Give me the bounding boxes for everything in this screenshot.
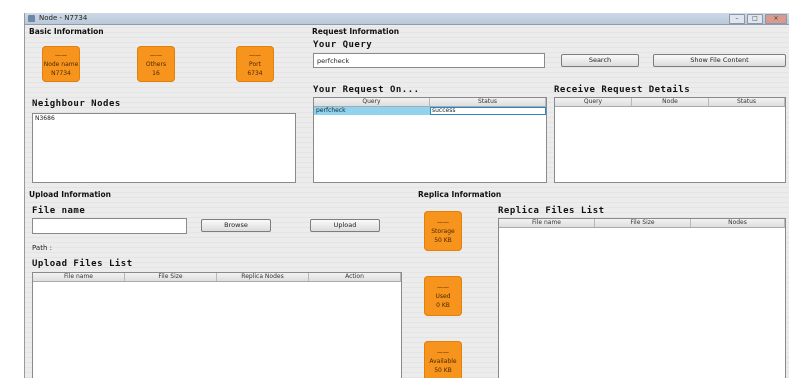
column-header-file-size[interactable]: File Size: [595, 219, 691, 227]
used-tile: —— Used 0 KB: [424, 276, 462, 316]
request-status-cell[interactable]: success: [430, 107, 546, 115]
list-item[interactable]: N3686: [33, 114, 295, 123]
table-header: Query Status: [314, 98, 546, 107]
replica-files-table[interactable]: File name File Size Nodes: [498, 218, 786, 378]
table-header: File name File Size Nodes: [499, 219, 785, 228]
your-requests-table[interactable]: Query Status perfcheck success: [313, 97, 547, 183]
column-header-status[interactable]: Status: [709, 98, 785, 106]
basic-info-header: Basic Information: [29, 27, 104, 36]
others-tile: —— Others 16: [137, 46, 175, 82]
tile-dash: ——: [437, 348, 449, 356]
your-query-label: Your Query: [313, 40, 373, 50]
column-header-query[interactable]: Query: [555, 98, 632, 106]
available-value: 50 KB: [434, 366, 452, 374]
node-name-value: N7734: [51, 69, 71, 77]
column-header-action[interactable]: Action: [309, 273, 401, 281]
replica-info-header: Replica Information: [418, 190, 502, 199]
column-header-query[interactable]: Query: [314, 98, 430, 106]
minimize-button[interactable]: –: [729, 14, 745, 24]
app-window: Node - N7734 – □ × Basic Information —— …: [24, 13, 789, 378]
file-name-label: File name: [32, 206, 86, 216]
node-name-tile: —— Node name N7734: [42, 46, 80, 82]
neighbour-nodes-list[interactable]: N3686: [32, 113, 296, 183]
column-header-file-size[interactable]: File Size: [125, 273, 217, 281]
column-header-file-name[interactable]: File name: [33, 273, 125, 281]
column-header-nodes[interactable]: Nodes: [691, 219, 785, 227]
table-row[interactable]: perfcheck success: [314, 107, 546, 115]
used-label: Used: [435, 292, 451, 300]
column-header-status[interactable]: Status: [430, 98, 546, 106]
table-header: File name File Size Replica Nodes Action: [33, 273, 401, 282]
others-label: Others: [145, 60, 167, 68]
tile-dash: ——: [249, 51, 261, 59]
path-label: Path :: [32, 244, 52, 252]
your-requests-label: Your Request On...: [313, 85, 420, 95]
request-info-header: Request Information: [312, 27, 400, 36]
upload-files-list-label: Upload Files List: [32, 259, 133, 269]
app-icon: [28, 15, 35, 22]
tile-dash: ——: [437, 283, 449, 291]
port-tile: —— Port 6734: [236, 46, 274, 82]
available-tile: —— Available 50 KB: [424, 341, 462, 378]
port-label: Port: [249, 60, 261, 68]
table-header: Query Node Status: [555, 98, 785, 107]
request-query-cell[interactable]: perfcheck: [314, 107, 430, 115]
storage-tile: —— Storage 50 KB: [424, 211, 462, 251]
others-value: 16: [152, 69, 160, 77]
title-bar: Node - N7734 – □ ×: [25, 13, 789, 25]
search-button[interactable]: Search: [561, 54, 639, 67]
available-label: Available: [429, 357, 457, 365]
tile-dash: ——: [150, 51, 162, 59]
port-value: 6734: [247, 69, 263, 77]
show-file-content-button[interactable]: Show File Content: [653, 54, 786, 67]
window-title: Node - N7734: [39, 14, 88, 22]
replica-files-list-label: Replica Files List: [498, 206, 605, 216]
file-name-input[interactable]: [32, 218, 187, 234]
browse-button[interactable]: Browse: [201, 219, 271, 232]
storage-value: 50 KB: [434, 236, 452, 244]
column-header-replica-nodes[interactable]: Replica Nodes: [217, 273, 309, 281]
storage-label: Storage: [431, 227, 455, 235]
used-value: 0 KB: [436, 301, 450, 309]
node-name-label: Node name: [43, 60, 79, 68]
neighbour-nodes-label: Neighbour Nodes: [32, 99, 121, 109]
close-button[interactable]: ×: [765, 14, 787, 24]
receive-request-details-label: Receive Request Details: [554, 85, 691, 95]
upload-button[interactable]: Upload: [310, 219, 380, 232]
tile-dash: ——: [437, 218, 449, 226]
maximize-button[interactable]: □: [747, 14, 763, 24]
tile-dash: ——: [55, 51, 67, 59]
column-header-node[interactable]: Node: [632, 98, 709, 106]
upload-files-table[interactable]: File name File Size Replica Nodes Action: [32, 272, 402, 378]
receive-requests-table[interactable]: Query Node Status: [554, 97, 786, 183]
upload-info-header: Upload Information: [29, 190, 111, 199]
column-header-file-name[interactable]: File name: [499, 219, 595, 227]
query-input[interactable]: perfcheck: [313, 53, 545, 68]
